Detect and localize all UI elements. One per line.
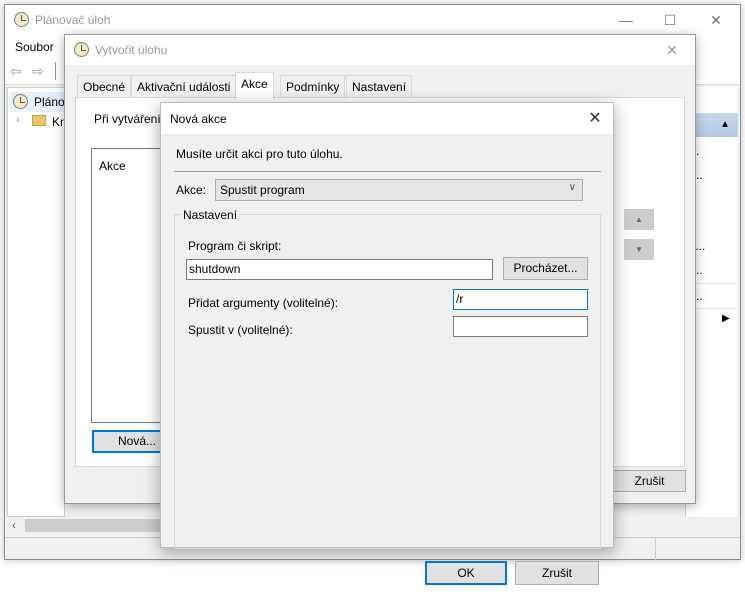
tab-triggers[interactable]: Aktivační události — [131, 75, 237, 98]
clock-icon — [13, 94, 28, 109]
menu-soubor[interactable]: Soubor — [15, 40, 54, 54]
scroll-left-icon[interactable]: ‹ — [12, 518, 16, 532]
actions-hint-text: Při vytváření — [94, 112, 161, 126]
arguments-input[interactable]: /r — [453, 289, 588, 310]
navigation-tree: Plánov › Kn — [7, 87, 71, 517]
status-divider — [655, 538, 656, 560]
program-input[interactable]: shutdown — [186, 259, 493, 280]
collapse-triangle-icon[interactable]: ▲ — [720, 119, 730, 130]
create-task-title: Vytvořit úlohu — [95, 43, 168, 57]
start-in-label: Spustit v (volitelné): — [188, 323, 293, 337]
tab-settings[interactable]: Nastavení — [346, 75, 413, 98]
tab-actions[interactable]: Akce — [235, 72, 274, 99]
action-type-select[interactable]: Spustit program ∨ — [215, 179, 583, 201]
maximize-button[interactable]: ☐ — [647, 5, 693, 35]
browse-button[interactable]: Procházet... — [503, 257, 588, 280]
divider — [174, 171, 601, 172]
scrollbar-thumb[interactable] — [25, 519, 167, 532]
settings-group-legend: Nastavení — [181, 208, 240, 222]
move-down-button[interactable]: ▼ — [624, 239, 654, 260]
expand-chevron-icon[interactable]: › — [16, 114, 20, 126]
arguments-label: Přidat argumenty (volitelné): — [188, 296, 339, 310]
new-action-close-button[interactable]: ✕ — [577, 103, 613, 134]
back-arrow-icon[interactable]: ⇦ — [10, 64, 27, 78]
toolbar-separator — [55, 62, 56, 80]
clock-icon — [74, 42, 89, 57]
program-label: Program či skript: — [188, 239, 282, 253]
main-titlebar[interactable]: Plánovač úloh — ☐ ✕ — [5, 5, 740, 35]
actions-list-header: Akce — [99, 159, 126, 173]
tree-item-library[interactable]: › Kn — [10, 112, 70, 132]
new-action-title: Nová akce — [170, 112, 227, 126]
horizontal-scrollbar[interactable]: ‹ — [7, 517, 167, 534]
task-scheduler-clock-icon — [14, 12, 29, 27]
close-button[interactable]: ✕ — [693, 5, 739, 35]
start-in-input[interactable] — [453, 316, 588, 337]
ok-button[interactable]: OK — [425, 561, 507, 585]
forward-arrow-icon[interactable]: ⇨ — [32, 64, 49, 78]
chevron-down-icon: ∨ — [568, 182, 576, 193]
create-task-close-button[interactable]: ✕ — [649, 35, 695, 65]
cancel-button[interactable]: Zrušit — [515, 561, 599, 585]
minimize-button[interactable]: — — [603, 5, 649, 35]
new-action-dialog: Nová akce ✕ Musíte určit akci pro tuto ú… — [160, 102, 614, 585]
create-task-cancel-button[interactable]: Zrušit — [613, 470, 686, 492]
action-type-label: Akce: — [176, 183, 207, 197]
instruction-text: Musíte určit akci pro tuto úlohu. — [176, 147, 343, 161]
submenu-arrow-icon: ▶ — [722, 313, 730, 324]
main-window-title: Plánovač úloh — [35, 13, 111, 27]
action-type-value: Spustit program — [220, 183, 305, 197]
create-task-titlebar[interactable]: Vytvořit úlohu ✕ — [65, 35, 695, 65]
folder-icon — [32, 115, 46, 126]
move-up-button[interactable]: ▲ — [624, 209, 654, 230]
tree-item-root[interactable]: Plánov — [10, 92, 71, 112]
tab-conditions[interactable]: Podmínky — [280, 75, 346, 98]
new-action-titlebar[interactable]: Nová akce ✕ — [161, 103, 613, 134]
tab-general[interactable]: Obecné — [77, 75, 132, 98]
